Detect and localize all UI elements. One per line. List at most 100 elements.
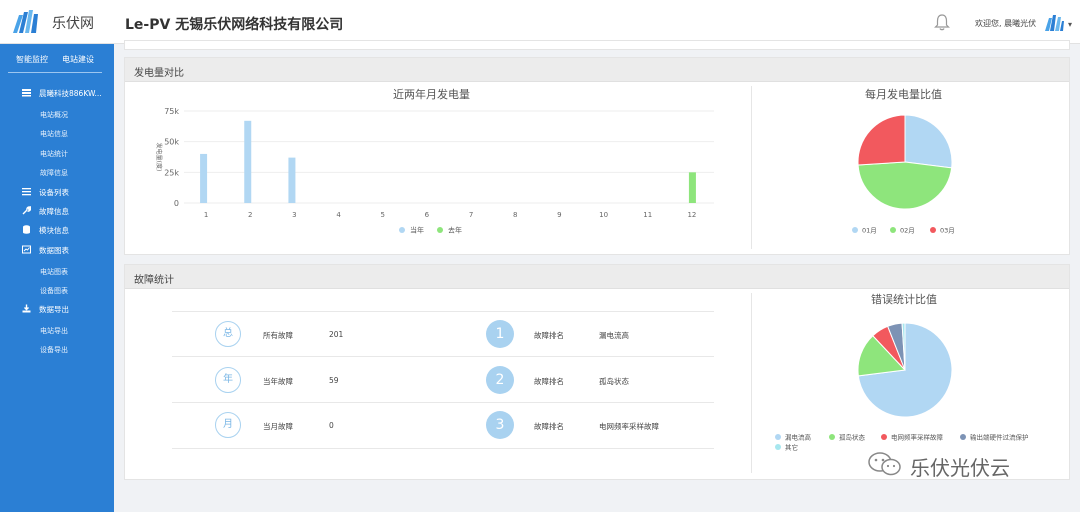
sidebar-item-label: 设备列表: [39, 188, 69, 197]
error-ratio-pie: 漏电流高 孤岛状态 电网频率采样故障 输出端硬件过流保护其它: [775, 322, 1029, 452]
rank-badge: 3: [486, 411, 514, 439]
sidebar-sub-device-export[interactable]: 设备导出: [40, 345, 68, 355]
sidebar-sub-stats[interactable]: 电站统计: [40, 149, 68, 159]
legend-marker: [399, 227, 405, 233]
sidebar-item-label: 故障信息: [39, 207, 69, 216]
legend-label[interactable]: 03月: [940, 227, 955, 235]
list-icon: [22, 188, 31, 196]
x-tick-label: 10: [599, 211, 608, 219]
sidebar-sub-station-charts[interactable]: 电站图表: [40, 267, 68, 277]
stat-label: 当月故障: [263, 422, 293, 431]
legend-marker: [829, 434, 835, 440]
x-tick-label: 6: [425, 211, 430, 219]
rank-badge: 2: [486, 366, 514, 394]
wrench-icon: [22, 206, 31, 215]
fault-panel-header: 故障统计: [125, 265, 1069, 289]
top-bar: 乐伏网 Le-PV 无锡乐伏网络科技有限公司 欢迎您, 晨曦光伏 ▾: [0, 0, 1080, 44]
avatar[interactable]: [1043, 13, 1065, 33]
bar[interactable]: [288, 157, 296, 203]
y-tick-label: 75k: [164, 107, 179, 116]
legend-label[interactable]: 电网频率采样故障: [891, 433, 944, 442]
rank-label: 故障排名: [534, 422, 564, 431]
sidebar-item-modules[interactable]: 模块信息: [0, 221, 114, 239]
legend-marker: [930, 227, 936, 233]
month-badge: 月: [215, 412, 241, 438]
logo-icon: [13, 10, 38, 33]
watermark-text: 乐伏光伏云: [910, 456, 1010, 480]
row-divider: [172, 448, 714, 449]
legend-marker: [852, 227, 858, 233]
legend-label[interactable]: 输出端硬件过流保护: [970, 433, 1029, 442]
chevron-down-icon[interactable]: ▾: [1068, 20, 1072, 29]
pie-chart-title: 每月发电量比值: [865, 88, 942, 101]
x-tick-label: 4: [336, 211, 341, 219]
sidebar-sub-info[interactable]: 电站信息: [40, 129, 68, 139]
power-panel-header: 发电量对比: [125, 58, 1069, 82]
stat-label: 所有故障: [263, 331, 293, 340]
pie-slice[interactable]: [857, 114, 906, 166]
sidebar-item-label: 晨曦科技886KW...: [39, 89, 102, 98]
station-icon: [22, 89, 31, 97]
x-tick-label: 3: [292, 211, 296, 219]
pie-slice[interactable]: [904, 114, 953, 169]
x-tick-label: 11: [643, 211, 652, 219]
sidebar: 智能监控 电站建设 晨曦科技886KW... 电站概况 电站信息 电站统计 故障…: [0, 44, 114, 512]
bar[interactable]: [200, 153, 208, 203]
sidebar-sub-device-charts[interactable]: 设备图表: [40, 286, 68, 296]
legend-label[interactable]: 当年: [410, 226, 424, 235]
stat-value: 201: [329, 330, 344, 339]
panel-divider: [751, 293, 752, 473]
sidebar-item-label: 数据图表: [39, 246, 69, 255]
total-badge: 总: [215, 321, 241, 347]
tab-construction[interactable]: 电站建设: [62, 54, 94, 65]
sidebar-item-fault-info[interactable]: 故障信息: [0, 202, 114, 220]
legend-label[interactable]: 去年: [448, 226, 462, 235]
pie-slice[interactable]: [857, 161, 953, 210]
bell-icon[interactable]: [934, 14, 950, 31]
x-tick-label: 5: [381, 211, 385, 219]
legend-label[interactable]: 02月: [900, 227, 915, 235]
rank-value: 电网频率采样故障: [599, 422, 659, 431]
chart-icon: [22, 245, 31, 254]
logo-text: 乐伏网: [52, 16, 94, 32]
legend-label[interactable]: 01月: [862, 227, 877, 235]
sidebar-item-label: 数据导出: [39, 305, 69, 314]
sidebar-item-devices[interactable]: 设备列表: [0, 183, 114, 201]
x-tick-label: 9: [557, 211, 561, 219]
sidebar-tabs: 智能监控 电站建设: [0, 44, 114, 74]
bar[interactable]: [688, 172, 696, 203]
sidebar-sub-faults[interactable]: 故障信息: [40, 168, 68, 178]
sidebar-sub-overview[interactable]: 电站概况: [40, 110, 68, 120]
y-tick-label: 50k: [164, 138, 179, 147]
row-divider: [172, 356, 714, 357]
legend-label[interactable]: 其它: [785, 443, 798, 452]
legend-marker: [437, 227, 443, 233]
sidebar-item-label: 模块信息: [39, 226, 69, 235]
stat-value: 0: [329, 421, 334, 430]
y-tick-label: 0: [174, 199, 179, 208]
rank-value: 孤岛状态: [599, 377, 629, 386]
download-icon: [22, 304, 31, 313]
sidebar-item-export[interactable]: 数据导出: [0, 300, 114, 318]
year-badge: 年: [215, 367, 241, 393]
rank-badge: 1: [486, 320, 514, 348]
tab-monitoring[interactable]: 智能监控: [16, 54, 48, 65]
y-tick-label: 25k: [164, 168, 179, 177]
x-tick-label: 7: [469, 211, 473, 219]
legend-marker: [775, 444, 781, 450]
logo[interactable]: 乐伏网: [0, 0, 114, 44]
tab-underline: [8, 72, 102, 73]
x-tick-label: 2: [248, 211, 252, 219]
stat-label: 当年故障: [263, 377, 293, 386]
x-tick-label: 8: [513, 211, 517, 219]
fault-panel-title: 故障统计: [134, 275, 174, 286]
sidebar-sub-station-export[interactable]: 电站导出: [40, 326, 68, 336]
sidebar-item-station[interactable]: 晨曦科技886KW...: [0, 84, 114, 102]
legend-label[interactable]: 孤岛状态: [839, 433, 866, 442]
company-name: Le-PV 无锡乐伏网络科技有限公司: [125, 17, 344, 33]
bar[interactable]: [244, 120, 252, 203]
legend-label[interactable]: 漏电流高: [785, 433, 812, 442]
top-panel-strip: [124, 40, 1070, 50]
sidebar-item-data-charts[interactable]: 数据图表: [0, 241, 114, 259]
panel-divider: [751, 86, 752, 249]
